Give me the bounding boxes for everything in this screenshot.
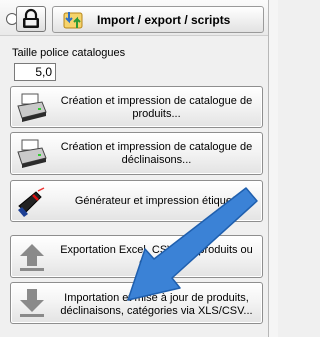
export-excel-line2: déclina bbox=[139, 257, 174, 269]
catalog-products-line1: Création et impression de catalogue de bbox=[60, 95, 253, 107]
import-export-scripts-button[interactable]: Import / export / scripts bbox=[52, 6, 264, 33]
top-toolbar: Import / export / scripts bbox=[0, 0, 268, 36]
import-update-button[interactable]: Importation et mise à jour de produits, … bbox=[10, 282, 263, 324]
label-generator-line1: Générateur et impression étiquett bbox=[74, 195, 239, 207]
font-size-label: Taille police catalogues bbox=[12, 47, 126, 59]
catalog-products-line2: produits... bbox=[132, 108, 181, 120]
catalog-variants-button[interactable]: Création et impression de catalogue de d… bbox=[10, 132, 263, 175]
scrollbar-edge[interactable] bbox=[268, 0, 278, 337]
import-export-icon bbox=[63, 12, 83, 29]
import-export-label: Import / export / scripts bbox=[97, 13, 231, 27]
catalog-variants-line2: déclinaisons... bbox=[121, 154, 192, 166]
export-excel-line1: Exportation Excel, CSV des produits ou bbox=[60, 244, 253, 256]
import-update-line2: déclinaisons, catégories via XLS/CSV... bbox=[60, 305, 253, 317]
catalog-products-button[interactable]: Création et impression de catalogue de p… bbox=[10, 86, 263, 128]
upload-arrow-icon bbox=[20, 244, 44, 271]
label-generator-button[interactable]: Générateur et impression étiquett bbox=[10, 180, 263, 222]
printer-icon bbox=[17, 139, 47, 168]
catalog-variants-line1: Création et impression de catalogue de bbox=[60, 141, 253, 153]
lock-icon bbox=[23, 8, 39, 28]
font-size-input[interactable] bbox=[14, 63, 56, 81]
download-arrow-icon bbox=[20, 289, 44, 317]
catalog-panel: Import / export / scripts Taille police … bbox=[0, 0, 268, 337]
export-excel-button[interactable]: Exportation Excel, CSV des produits ou d… bbox=[10, 235, 263, 278]
printer-icon bbox=[17, 93, 47, 122]
import-update-line1: Importation et mise à jour de produits, bbox=[64, 292, 249, 304]
lock-button[interactable] bbox=[16, 6, 46, 32]
barcode-scanner-icon bbox=[18, 187, 45, 217]
